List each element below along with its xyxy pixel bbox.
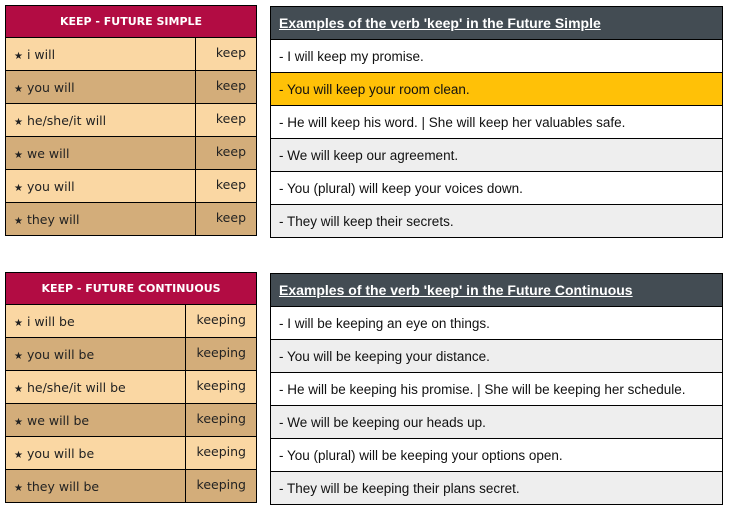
example-row: - We will keep our agreement. (270, 138, 723, 172)
verb-cell: keeping (185, 469, 257, 503)
star-icon: ★ (14, 182, 23, 194)
example-sentence: - You will keep your room clean. (270, 72, 723, 106)
star-icon: ★ (14, 350, 23, 362)
example-sentence: - He will be keeping his promise. | She … (270, 372, 723, 406)
example-sentence: - We will be keeping our heads up. (270, 405, 723, 439)
pronoun-text: we will (26, 145, 70, 161)
verb-cell: keeping (185, 337, 257, 371)
verb-cell: keep (195, 202, 257, 236)
pronoun-text: i will (26, 46, 56, 62)
pronoun-cell: ★ they will (5, 202, 196, 236)
pronoun-text: you will be (26, 346, 95, 362)
table-title: KEEP - FUTURE SIMPLE (5, 5, 257, 38)
star-icon: ★ (14, 149, 23, 161)
pronoun-cell: ★ i will (5, 37, 196, 71)
star-icon: ★ (14, 482, 23, 494)
conjugation-row: ★ you will keep (5, 70, 257, 104)
pronoun-cell: ★ we will (5, 136, 196, 170)
pronoun-cell: ★ you will (5, 70, 196, 104)
conjugation-row: ★ we will be keeping (5, 403, 257, 437)
examples-title-link[interactable]: Examples of the verb 'keep' in the Futur… (279, 282, 633, 298)
example-sentence: - They will be keeping their plans secre… (270, 471, 723, 505)
verb-cell: keeping (185, 436, 257, 470)
star-icon: ★ (14, 416, 23, 428)
pronoun-text: you will be (26, 445, 95, 461)
examples-title[interactable]: Examples of the verb 'keep' in the Futur… (270, 273, 723, 307)
pronoun-cell: ★ they will be (5, 469, 186, 503)
future-simple-conjugation-table: KEEP - FUTURE SIMPLE ★ i will keep ★ you wil… (5, 5, 257, 236)
conjugation-row: ★ they will keep (5, 202, 257, 236)
example-row: - You (plural) will be keeping your opti… (270, 438, 723, 472)
example-row: - They will keep their secrets. (270, 204, 723, 238)
pronoun-text: you will (26, 178, 75, 194)
verb-cell: keep (195, 136, 257, 170)
example-row-highlighted: - You will keep your room clean. (270, 72, 723, 106)
conjugation-row: ★ you will be keeping (5, 436, 257, 470)
example-row: - You will be keeping your distance. (270, 339, 723, 373)
conjugation-row: ★ i will keep (5, 37, 257, 71)
verb-cell: keep (195, 169, 257, 203)
future-simple-examples-table: Examples of the verb 'keep' in the Futur… (270, 6, 723, 238)
pronoun-text: we will be (26, 412, 90, 428)
verb-cell: keep (195, 37, 257, 71)
conjugation-row: ★ they will be keeping (5, 469, 257, 503)
example-sentence: - They will keep their secrets. (270, 204, 723, 238)
pronoun-cell: ★ we will be (5, 403, 186, 437)
example-row: - I will be keeping an eye on things. (270, 306, 723, 340)
example-sentence: - I will keep my promise. (270, 39, 723, 73)
pronoun-cell: ★ he/she/it will (5, 103, 196, 137)
verb-cell: keeping (185, 370, 257, 404)
conjugation-row: ★ he/she/it will be keeping (5, 370, 257, 404)
example-row: - We will be keeping our heads up. (270, 405, 723, 439)
conjugation-row: ★ we will keep (5, 136, 257, 170)
pronoun-text: you will (26, 79, 75, 95)
pronoun-text: he/she/it will (26, 112, 107, 128)
examples-title[interactable]: Examples of the verb 'keep' in the Futur… (270, 6, 723, 40)
example-row: - He will keep his word. | She will keep… (270, 105, 723, 139)
future-continuous-conjugation-table: KEEP - FUTURE CONTINUOUS ★ i will be keepi… (5, 272, 257, 503)
conjugation-row: ★ you will keep (5, 169, 257, 203)
star-icon: ★ (14, 449, 23, 461)
pronoun-text: he/she/it will be (26, 379, 126, 395)
example-sentence: - You will be keeping your distance. (270, 339, 723, 373)
pronoun-cell: ★ you will be (5, 436, 186, 470)
example-row: - I will keep my promise. (270, 39, 723, 73)
example-sentence: - You (plural) will be keeping your opti… (270, 438, 723, 472)
example-sentence: - We will keep our agreement. (270, 138, 723, 172)
conjugation-row: ★ he/she/it will keep (5, 103, 257, 137)
table-title: KEEP - FUTURE CONTINUOUS (5, 272, 257, 305)
example-row: - You (plural) will keep your voices dow… (270, 171, 723, 205)
example-row: - They will be keeping their plans secre… (270, 471, 723, 505)
example-row: - He will be keeping his promise. | She … (270, 372, 723, 406)
pronoun-cell: ★ i will be (5, 304, 186, 338)
star-icon: ★ (14, 116, 23, 128)
star-icon: ★ (14, 215, 23, 227)
example-sentence: - I will be keeping an eye on things. (270, 306, 723, 340)
pronoun-text: they will (26, 211, 80, 227)
pronoun-cell: ★ you will be (5, 337, 186, 371)
conjugation-row: ★ you will be keeping (5, 337, 257, 371)
example-sentence: - You (plural) will keep your voices dow… (270, 171, 723, 205)
pronoun-cell: ★ he/she/it will be (5, 370, 186, 404)
star-icon: ★ (14, 317, 23, 329)
pronoun-text: i will be (26, 313, 75, 329)
star-icon: ★ (14, 83, 23, 95)
conjugation-row: ★ i will be keeping (5, 304, 257, 338)
verb-cell: keeping (185, 403, 257, 437)
verb-cell: keep (195, 70, 257, 104)
examples-title-link[interactable]: Examples of the verb 'keep' in the Futur… (279, 15, 601, 31)
verb-cell: keeping (185, 304, 257, 338)
verb-cell: keep (195, 103, 257, 137)
pronoun-text: they will be (26, 478, 100, 494)
star-icon: ★ (14, 50, 23, 62)
example-sentence: - He will keep his word. | She will keep… (270, 105, 723, 139)
future-continuous-examples-table: Examples of the verb 'keep' in the Futur… (270, 273, 723, 505)
pronoun-cell: ★ you will (5, 169, 196, 203)
star-icon: ★ (14, 383, 23, 395)
